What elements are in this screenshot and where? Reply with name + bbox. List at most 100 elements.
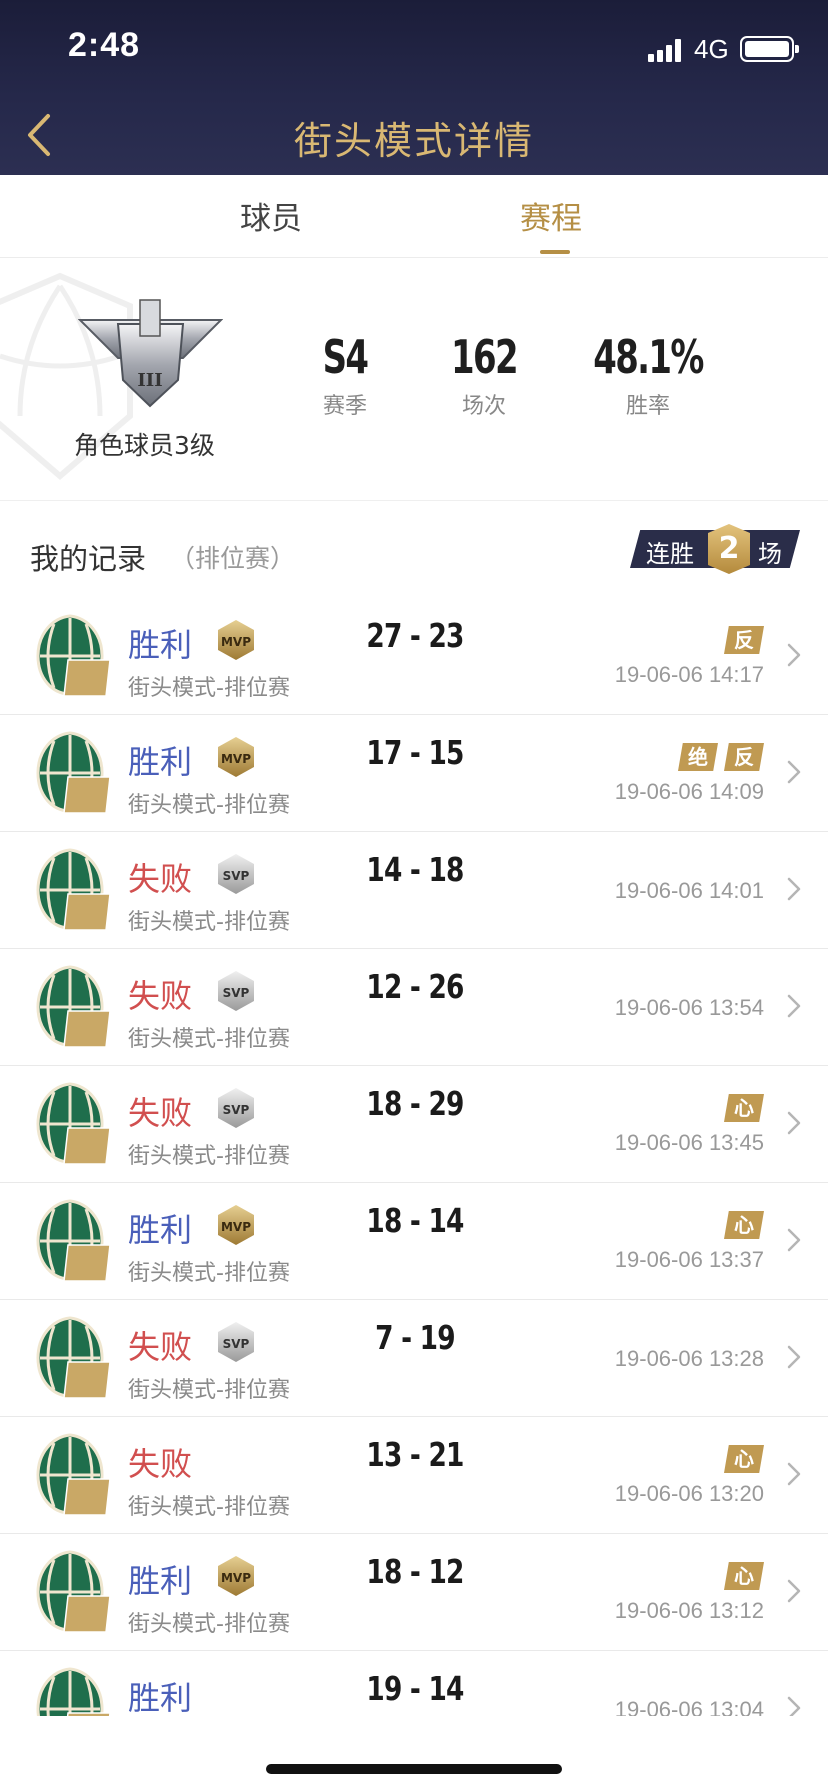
match-score: 12 - 26 — [366, 967, 464, 1006]
match-time: 19-06-06 13:54 — [614, 995, 764, 1020]
tab-bar: 球员 赛程 — [0, 175, 828, 258]
match-mode: 街头模式-排位赛 — [128, 910, 290, 935]
match-row[interactable]: 胜利 MVP 街头模式-排位赛 18 - 14 心 19-06-06 13:37 — [0, 1183, 828, 1300]
chevron-right-icon — [786, 1110, 802, 1136]
stat-season: S4 赛季 — [305, 330, 385, 420]
match-row[interactable]: 胜利 MVP 街头模式-排位赛 18 - 12 心 19-06-06 13:12 — [0, 1534, 828, 1651]
chevron-right-icon — [786, 876, 802, 902]
svg-text:III: III — [137, 370, 162, 391]
chevron-right-icon — [786, 642, 802, 668]
streak-prefix: 连胜 — [646, 540, 694, 568]
win-streak-badge: 连胜 2 场 — [630, 524, 800, 574]
match-score: 7 - 19 — [375, 1318, 455, 1357]
match-row[interactable]: 胜利 MVP 街头模式-排位赛 27 - 23 反 19-06-06 14:17 — [0, 598, 828, 715]
match-result: 失败 — [128, 1094, 193, 1132]
page-title: 街头模式详情 — [293, 119, 534, 163]
match-mode: 街头模式-排位赛 — [128, 1612, 290, 1637]
streak-count: 2 — [708, 524, 750, 574]
record-subtitle: （排位赛） — [170, 544, 296, 573]
ranked-mode-icon — [32, 963, 112, 1049]
badge-text: SVP — [223, 869, 250, 883]
match-row[interactable]: 胜利 MVP 街头模式-排位赛 17 - 15 绝反 19-06-06 14:0… — [0, 715, 828, 832]
match-mode: 街头模式-排位赛 — [128, 1378, 290, 1403]
match-mode: 街头模式-排位赛 — [128, 1144, 290, 1169]
stat-winrate: 48.1% 胜率 — [580, 330, 716, 420]
match-score: 17 - 15 — [366, 733, 464, 772]
stat-winrate-label: 胜率 — [625, 394, 670, 419]
stat-games-value: 162 — [451, 330, 519, 384]
match-time: 19-06-06 14:01 — [614, 878, 764, 903]
ranked-mode-icon — [32, 1665, 112, 1716]
status-time: 2:48 — [68, 26, 141, 64]
badge-text: SVP — [223, 986, 250, 1000]
match-mode: 街头模式-排位赛 — [128, 1027, 290, 1052]
match-tags: 心 — [718, 1562, 764, 1590]
match-time: 19-06-06 13:12 — [614, 1598, 764, 1623]
match-mode: 街头模式-排位赛 — [128, 793, 290, 818]
match-time: 19-06-06 13:37 — [614, 1247, 764, 1272]
ranked-mode-icon — [32, 1197, 112, 1283]
badge-text: MVP — [221, 635, 251, 649]
chevron-right-icon — [786, 993, 802, 1019]
ranked-mode-icon — [32, 1314, 112, 1400]
mvp-badge-icon: MVP — [218, 737, 254, 777]
match-tag: 心 — [724, 1211, 764, 1239]
match-list: 胜利 MVP 街头模式-排位赛 27 - 23 反 19-06-06 14:17… — [0, 598, 828, 1716]
match-result: 胜利 — [128, 743, 193, 781]
match-time: 19-06-06 13:45 — [614, 1130, 764, 1155]
match-time: 19-06-06 13:28 — [614, 1346, 764, 1371]
tab-schedule[interactable]: 赛程 — [520, 193, 582, 238]
home-indicator[interactable] — [266, 1764, 562, 1774]
stat-winrate-value: 48.1% — [593, 330, 704, 384]
badge-text: MVP — [221, 1220, 251, 1234]
match-row[interactable]: 失败 SVP 街头模式-排位赛 12 - 26 19-06-06 13:54 — [0, 949, 828, 1066]
chevron-right-icon — [786, 759, 802, 785]
svp-badge-icon: SVP — [218, 854, 254, 894]
match-row[interactable]: 失败 SVP 街头模式-排位赛 14 - 18 19-06-06 14:01 — [0, 832, 828, 949]
match-tags: 心 — [718, 1094, 764, 1122]
record-header: 我的记录 （排位赛） 连胜 2 场 — [0, 500, 828, 598]
match-tag: 心 — [724, 1094, 764, 1122]
badge-text: SVP — [223, 1103, 250, 1117]
chevron-right-icon — [786, 1461, 802, 1487]
match-tags: 心 — [718, 1445, 764, 1473]
active-tab-indicator — [540, 250, 570, 254]
match-row[interactable]: 失败 SVP 街头模式-排位赛 18 - 29 心 19-06-06 13:45 — [0, 1066, 828, 1183]
match-time: 19-06-06 13:20 — [614, 1481, 764, 1506]
match-result: 失败 — [128, 1328, 193, 1366]
chevron-right-icon — [786, 1227, 802, 1253]
stat-games-label: 场次 — [461, 394, 506, 419]
ranked-mode-icon — [32, 612, 112, 698]
match-tags: 心 — [718, 1211, 764, 1239]
match-mode: 街头模式-排位赛 — [128, 676, 290, 701]
chevron-right-icon — [786, 1578, 802, 1604]
chevron-right-icon — [786, 1344, 802, 1370]
badge-text: MVP — [221, 1571, 251, 1585]
match-tags: 绝反 — [672, 743, 764, 771]
match-time: 19-06-06 14:17 — [614, 662, 764, 687]
match-row[interactable]: 失败 街头模式-排位赛 13 - 21 心 19-06-06 13:20 — [0, 1417, 828, 1534]
match-row[interactable]: 胜利 街头模式-排位赛 19 - 14 19-06-06 13:04 — [0, 1651, 828, 1716]
record-title: 我的记录 — [30, 542, 147, 576]
match-time: 19-06-06 14:09 — [614, 779, 764, 804]
stat-games: 162 场次 — [434, 330, 534, 420]
match-result: 胜利 — [128, 1679, 193, 1716]
match-score: 18 - 14 — [366, 1201, 464, 1240]
match-result: 胜利 — [128, 626, 193, 664]
svp-badge-icon: SVP — [218, 1088, 254, 1128]
match-mode: 街头模式-排位赛 — [128, 1261, 290, 1286]
svp-badge-icon: SVP — [218, 1322, 254, 1362]
signal-icon — [648, 36, 688, 62]
ranked-mode-icon — [32, 729, 112, 815]
tab-players[interactable]: 球员 — [240, 193, 302, 238]
match-result: 失败 — [128, 860, 193, 898]
match-tags: 反 — [718, 626, 764, 654]
chevron-right-icon — [786, 1695, 802, 1716]
profile-summary: III 角色球员3级 S4 赛季 162 场次 48.1% 胜率 — [0, 258, 828, 501]
match-row[interactable]: 失败 SVP 街头模式-排位赛 7 - 19 19-06-06 13:28 — [0, 1300, 828, 1417]
mvp-badge-icon: MVP — [218, 1556, 254, 1596]
battery-icon — [740, 36, 799, 62]
match-tag: 心 — [724, 1445, 764, 1473]
match-result: 胜利 — [128, 1211, 193, 1249]
match-score: 18 - 29 — [366, 1084, 464, 1123]
